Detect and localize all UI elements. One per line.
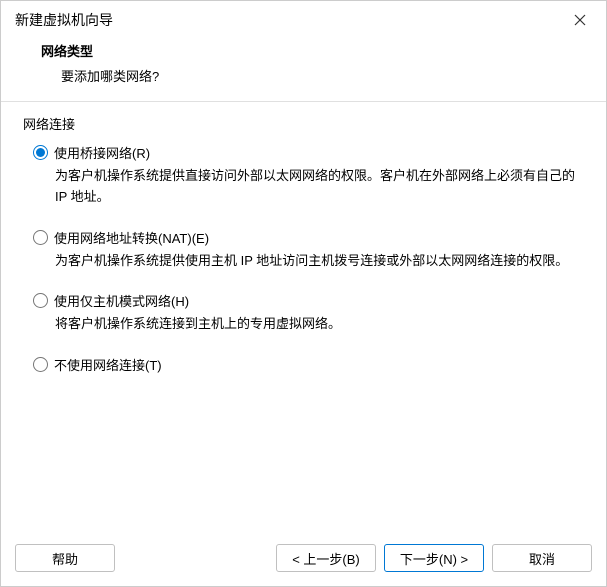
footer: 帮助 < 上一步(B) 下一步(N) > 取消	[1, 534, 606, 586]
radio-hostonly[interactable]	[33, 293, 48, 308]
close-icon	[574, 14, 586, 26]
option-none-label: 不使用网络连接(T)	[54, 355, 162, 374]
option-none-row[interactable]: 不使用网络连接(T)	[33, 355, 584, 374]
back-button[interactable]: < 上一步(B)	[276, 544, 376, 572]
next-button[interactable]: 下一步(N) >	[384, 544, 484, 572]
option-bridged-row[interactable]: 使用桥接网络(R)	[33, 143, 584, 162]
page-title: 网络类型	[41, 41, 566, 60]
option-nat: 使用网络地址转换(NAT)(E) 为客户机操作系统提供使用主机 IP 地址访问主…	[33, 228, 584, 272]
option-bridged-desc: 为客户机操作系统提供直接访问外部以太网网络的权限。客户机在外部网络上必须有自己的…	[33, 166, 584, 208]
help-button[interactable]: 帮助	[15, 544, 115, 572]
wizard-window: 新建虚拟机向导 网络类型 要添加哪类网络? 网络连接 使用桥接网络(R) 为客户…	[0, 0, 607, 587]
option-nat-row[interactable]: 使用网络地址转换(NAT)(E)	[33, 228, 584, 247]
option-bridged: 使用桥接网络(R) 为客户机操作系统提供直接访问外部以太网网络的权限。客户机在外…	[33, 143, 584, 208]
options-group: 使用桥接网络(R) 为客户机操作系统提供直接访问外部以太网网络的权限。客户机在外…	[23, 143, 584, 374]
option-hostonly: 使用仅主机模式网络(H) 将客户机操作系统连接到主机上的专用虚拟网络。	[33, 291, 584, 335]
radio-bridged[interactable]	[33, 145, 48, 160]
radio-nat[interactable]	[33, 230, 48, 245]
titlebar: 新建虚拟机向导	[1, 1, 606, 37]
group-label: 网络连接	[23, 114, 584, 133]
option-hostonly-label: 使用仅主机模式网络(H)	[54, 291, 189, 310]
page-subtitle: 要添加哪类网络?	[41, 66, 566, 85]
option-nat-label: 使用网络地址转换(NAT)(E)	[54, 228, 209, 247]
window-title: 新建虚拟机向导	[15, 10, 113, 30]
radio-none[interactable]	[33, 357, 48, 372]
option-hostonly-row[interactable]: 使用仅主机模式网络(H)	[33, 291, 584, 310]
option-bridged-label: 使用桥接网络(R)	[54, 143, 150, 162]
option-nat-desc: 为客户机操作系统提供使用主机 IP 地址访问主机拨号连接或外部以太网网络连接的权…	[33, 251, 584, 272]
cancel-button[interactable]: 取消	[492, 544, 592, 572]
close-button[interactable]	[566, 9, 594, 31]
option-hostonly-desc: 将客户机操作系统连接到主机上的专用虚拟网络。	[33, 314, 584, 335]
wizard-header: 网络类型 要添加哪类网络?	[1, 37, 606, 101]
option-none: 不使用网络连接(T)	[33, 355, 584, 374]
content-area: 网络连接 使用桥接网络(R) 为客户机操作系统提供直接访问外部以太网网络的权限。…	[1, 102, 606, 534]
